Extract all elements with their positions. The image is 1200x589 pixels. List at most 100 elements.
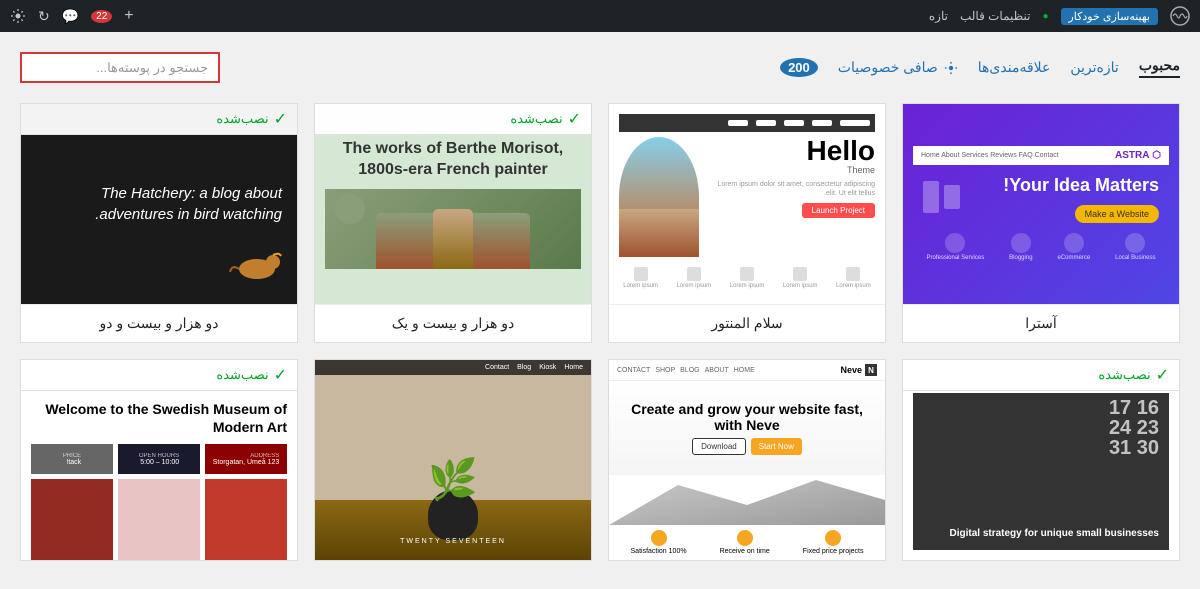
theme-card-t17[interactable]: 🌿 Home Kiosk Blog Contact TWENTY SEVENTE… xyxy=(314,359,592,561)
swedish-address-box: ADDRESS 123 Storgatan, Umeå xyxy=(205,444,287,474)
hello-preview: Hello Theme Lorem ipsum dolor sit amet, … xyxy=(609,104,885,304)
hello-name: سلام المنتور xyxy=(609,304,885,342)
swedish-title: Welcome to the Swedish Museum of Modern … xyxy=(31,400,287,436)
swedish-hours-label: OPEN HOURS xyxy=(139,453,179,459)
hello-icon-text-1: Lorem ipsum xyxy=(832,283,875,289)
hello-icon-text-4: Lorem ipsum xyxy=(672,283,715,289)
wp-logo-icon[interactable] xyxy=(1170,6,1190,26)
t17-nav-blog: Blog xyxy=(517,364,531,371)
astra-icon-label-2: eCommerce xyxy=(1058,255,1091,262)
neve-content: N Neve HOME ABOUT BLOG SHOP CONTACT Crea… xyxy=(609,360,885,560)
swedish-price-text: PRICE tack! xyxy=(61,451,83,468)
swedish-gallery xyxy=(31,479,287,560)
swedish-info-row: ADDRESS 123 Storgatan, Umeå OPEN HOURS 1… xyxy=(31,444,287,474)
neve-nav-contact: CONTACT xyxy=(617,367,650,374)
installed-label-welcome: نصب‌شده xyxy=(1098,367,1150,383)
neve-hero: Create and grow your website fast, with … xyxy=(609,381,885,475)
search-input[interactable] xyxy=(20,52,220,83)
admin-bar-right: + 22 💬 ↻ xyxy=(10,7,134,25)
notif-count-badge[interactable]: 22 xyxy=(91,10,112,23)
hello-navbar xyxy=(619,114,875,132)
neve-nav-about: ABOUT xyxy=(705,367,729,374)
astra-icon-4: Professional Services xyxy=(927,233,985,262)
astra-figure-1 xyxy=(944,185,960,209)
hello-nav-5 xyxy=(728,120,748,126)
hello-icon-text-5: Lorem ipsum xyxy=(619,283,662,289)
astra-icons: Local Business eCommerce Blogging P xyxy=(913,233,1169,262)
t17-preview: 🌿 Home Kiosk Blog Contact TWENTY SEVENTE… xyxy=(315,360,591,560)
astra-hero: Your Idea Matters! Make a Website xyxy=(913,175,1169,223)
theme-card-t22[interactable]: ✓ نصب‌شده The Hatchery: a blog about adv… xyxy=(20,103,298,343)
hello-nav-1 xyxy=(840,120,870,126)
astra-cta-button[interactable]: Make a Website xyxy=(1075,205,1159,223)
plus-icon[interactable]: + xyxy=(124,7,133,25)
gear-icon[interactable] xyxy=(10,8,26,24)
settings-link[interactable]: تنظیمات قالب xyxy=(960,9,1030,23)
neve-start-button[interactable]: Start Now xyxy=(751,438,802,455)
check-icon-swedish: ✓ xyxy=(274,365,287,385)
hello-icon-box-2 xyxy=(793,267,807,281)
hello-launch-button[interactable]: Launch Project xyxy=(802,203,875,218)
t17-label: TWENTY SEVENTEEN xyxy=(315,538,591,545)
astra-icon-2: eCommerce xyxy=(1058,233,1091,262)
t21-figure xyxy=(433,209,473,269)
optimize-button[interactable]: بهینه‌سازی خودکار xyxy=(1061,8,1159,25)
check-icon-t21: ✓ xyxy=(568,109,581,129)
astra-circle-1 xyxy=(1125,233,1145,253)
new-link[interactable]: تازه xyxy=(929,9,948,23)
astra-circle-2 xyxy=(1064,233,1084,253)
hello-main: Hello Theme Lorem ipsum dolor sit amet, … xyxy=(619,132,875,262)
hello-icon-text-2: Lorem ipsum xyxy=(779,283,822,289)
filter-settings[interactable]: صافی خصوصیات xyxy=(838,59,958,76)
hello-big-text: Hello xyxy=(707,137,875,165)
filter-popular[interactable]: محبوب xyxy=(1139,57,1180,78)
astra-icon-label-3: Blogging xyxy=(1009,255,1032,262)
swedish-gallery-2 xyxy=(118,479,200,560)
theme-card-astra[interactable]: ⬡ ASTRA Home About Services Reviews FAQ … xyxy=(902,103,1180,343)
neve-icon-circle-3 xyxy=(651,530,667,546)
swedish-price-label: PRICE xyxy=(63,453,81,459)
neve-icon-circle-2 xyxy=(737,530,753,546)
t17-nav-home: Home xyxy=(564,364,583,371)
swedish-gallery-3 xyxy=(31,479,113,560)
theme-card-hello[interactable]: Hello Theme Lorem ipsum dolor sit amet, … xyxy=(608,103,886,343)
neve-icons-row: Fixed price projects Receive on time 100… xyxy=(609,525,885,560)
hello-nav-4 xyxy=(756,120,776,126)
hello-icon-box-3 xyxy=(740,267,754,281)
hello-nav-3 xyxy=(784,120,804,126)
swedish-address-value: 123 Storgatan, Umeå xyxy=(213,459,280,466)
installed-label-swedish: نصب‌شده xyxy=(216,367,268,383)
installed-label-t22: نصب‌شده xyxy=(216,111,268,127)
installed-label-t21: نصب‌شده xyxy=(510,111,562,127)
theme-card-neve[interactable]: N Neve HOME ABOUT BLOG SHOP CONTACT Crea… xyxy=(608,359,886,561)
welcome-body: 16 17 23 24 30 31 Digital strategy for u… xyxy=(913,393,1169,550)
hello-icon-3: Lorem ipsum xyxy=(725,267,768,289)
hello-icon-text-3: Lorem ipsum xyxy=(725,283,768,289)
check-icon-t22: ✓ xyxy=(274,109,287,129)
filter-favorites[interactable]: علاقه‌مندی‌ها xyxy=(978,59,1051,76)
astra-icon-label-4: Professional Services xyxy=(927,255,985,262)
astra-hero-text: Your Idea Matters! Make a Website xyxy=(1003,175,1159,223)
swedish-hours-text: OPEN HOURS 10:00 – 5:00 xyxy=(137,451,181,468)
astra-preview: ⬡ ASTRA Home About Services Reviews FAQ … xyxy=(903,104,1179,304)
theme-card-swedish[interactable]: ✓ نصب‌شده Welcome to the Swedish Museum … xyxy=(20,359,298,561)
installed-badge-welcome: ✓ نصب‌شده xyxy=(903,360,1179,391)
welcome-subtitle: Digital strategy for unique small busine… xyxy=(949,527,1159,540)
filter-latest[interactable]: تازه‌ترین xyxy=(1070,59,1118,76)
welcome-digits: 16 17 23 24 30 31 xyxy=(1109,398,1159,458)
refresh-icon[interactable]: ↻ xyxy=(38,8,50,25)
astra-icon-3: Blogging xyxy=(1009,233,1032,262)
neve-download-button[interactable]: Download xyxy=(692,438,746,455)
comment-icon[interactable]: 💬 xyxy=(62,8,79,25)
theme-card-t21[interactable]: ✓ نصب‌شده The works of Berthe Morisot, 1… xyxy=(314,103,592,343)
themes-header: محبوب تازه‌ترین علاقه‌مندی‌ها صافی خصوصی… xyxy=(20,52,1180,83)
swedish-gallery-1 xyxy=(205,479,287,560)
themes-page: محبوب تازه‌ترین علاقه‌مندی‌ها صافی خصوصی… xyxy=(0,32,1200,581)
settings-gear-icon xyxy=(944,61,958,75)
astra-logo-bar: ⬡ ASTRA Home About Services Reviews FAQ … xyxy=(913,146,1169,165)
neve-logo-box: N xyxy=(865,364,877,376)
astra-circle-3 xyxy=(1011,233,1031,253)
theme-card-welcome[interactable]: ✓ نصب‌شده Welcome 16 17 23 24 30 31 Digi… xyxy=(902,359,1180,561)
astra-icon-label-1: Local Business xyxy=(1115,255,1155,262)
neve-nav-shop: SHOP xyxy=(655,367,675,374)
